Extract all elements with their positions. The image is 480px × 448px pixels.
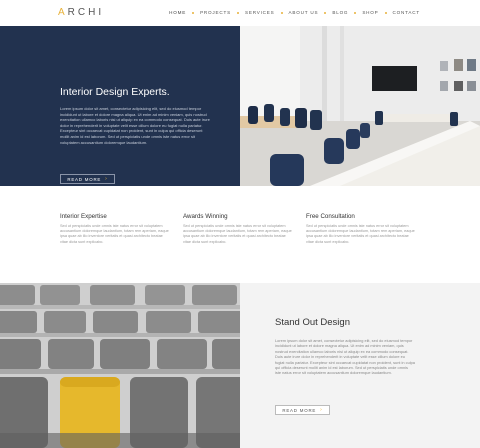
hero-read-more-button[interactable]: READ MORE ›	[60, 174, 115, 184]
hero-title: Interior Design Experts.	[60, 86, 170, 98]
logo-text: RCHI	[67, 7, 105, 18]
nav-separator-dot	[280, 11, 283, 14]
feature-free-consultation: Free Consultation Sed ut perspiciatis un…	[306, 213, 416, 245]
logo-accent-letter: A	[58, 7, 68, 18]
stand-out-read-more-label: READ MORE	[282, 407, 317, 413]
feature-text: Sed ut perspiciatis unde omnis iste natu…	[306, 224, 415, 244]
hero-panel: Interior Design Experts. Lorem ipsum dol…	[0, 26, 240, 186]
feature-interior-expertise: Interior Expertise Sed ut perspiciatis u…	[60, 213, 170, 245]
stand-out-panel: Stand Out Design Lorem ipsum dolor sit a…	[240, 283, 480, 448]
chevron-right-icon: ›	[320, 407, 323, 413]
nav-separator-dot	[384, 11, 387, 14]
site-header: ARCHI HOME PROJECTS SERVICES ABOUT US BL…	[0, 0, 480, 26]
stand-out-title: Stand Out Design	[275, 317, 350, 328]
nav-item-projects[interactable]: PROJECTS	[200, 10, 231, 15]
hero-office-image	[240, 26, 480, 186]
stand-out-paragraph: Lorem ipsum dolor sit amet, consectetur …	[275, 338, 415, 376]
chevron-right-icon: ›	[105, 176, 108, 182]
nav-item-home[interactable]: HOME	[169, 10, 186, 15]
hero-read-more-label: READ MORE	[67, 176, 102, 182]
nav-item-about-us[interactable]: ABOUT US	[289, 10, 319, 15]
auditorium-chairs-image	[0, 283, 240, 448]
nav-item-shop[interactable]: SHOP	[362, 10, 378, 15]
feature-title: Interior Expertise	[60, 213, 107, 220]
features-section: Interior Expertise Sed ut perspiciatis u…	[0, 186, 480, 283]
office-illustration	[240, 26, 480, 186]
nav-separator-dot	[324, 11, 327, 14]
feature-title: Awards Winning	[183, 213, 228, 220]
nav-separator-dot	[354, 11, 357, 14]
feature-awards-winning: Awards Winning Sed ut perspiciatis unde …	[183, 213, 293, 245]
nav-item-blog[interactable]: BLOG	[332, 10, 348, 15]
nav-item-contact[interactable]: CONTACT	[393, 10, 420, 15]
main-nav: HOME PROJECTS SERVICES ABOUT US BLOG SHO…	[169, 10, 420, 15]
stand-out-read-more-button[interactable]: READ MORE ›	[275, 405, 330, 415]
nav-separator-dot	[236, 11, 239, 14]
nav-separator-dot	[192, 11, 195, 14]
chairs-illustration	[0, 283, 240, 448]
feature-title: Free Consultation	[306, 213, 355, 220]
nav-item-services[interactable]: SERVICES	[245, 10, 275, 15]
feature-text: Sed ut perspiciatis unde omnis iste natu…	[183, 224, 292, 244]
hero-paragraph: Lorem ipsum dolor sit amet, consectetur …	[60, 106, 210, 145]
feature-text: Sed ut perspiciatis unde omnis iste natu…	[60, 224, 169, 244]
site-logo[interactable]: ARCHI	[58, 7, 104, 18]
